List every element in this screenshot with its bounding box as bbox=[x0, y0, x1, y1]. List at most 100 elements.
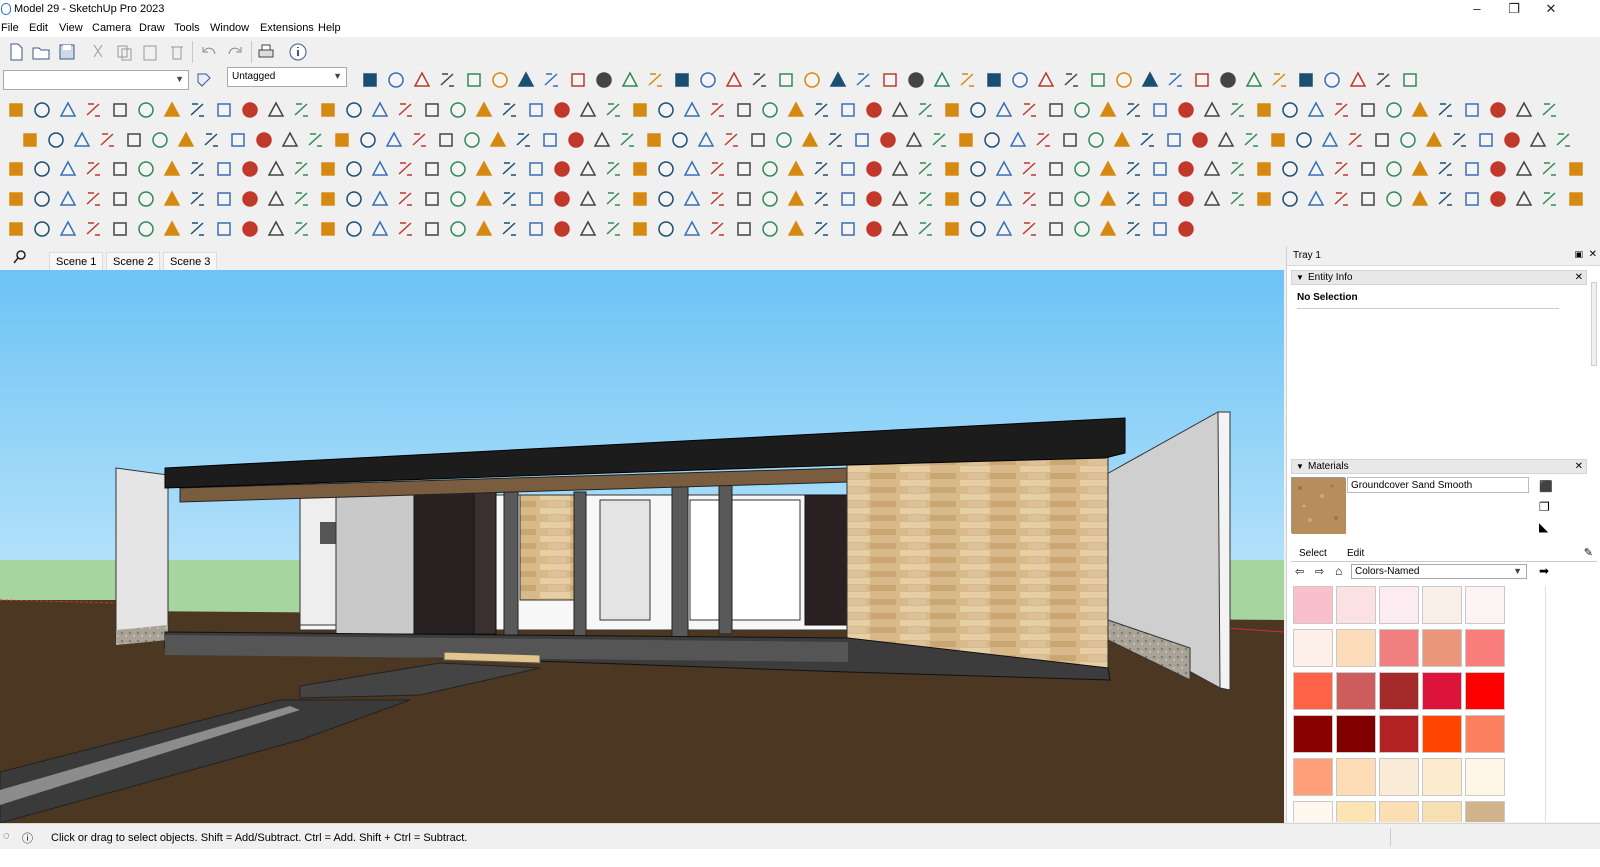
material-swatch[interactable] bbox=[1422, 629, 1462, 667]
material-swatch[interactable] bbox=[1379, 758, 1419, 796]
window-icon[interactable] bbox=[1398, 130, 1418, 150]
door-icon[interactable] bbox=[1372, 130, 1392, 150]
sun-icon[interactable] bbox=[386, 70, 406, 90]
shaded-icon[interactable] bbox=[110, 159, 130, 179]
extrude-icon[interactable] bbox=[1124, 219, 1144, 239]
text-icon[interactable] bbox=[670, 130, 690, 150]
textured-icon[interactable] bbox=[568, 70, 588, 90]
extrude-icon[interactable] bbox=[1216, 130, 1236, 150]
orbit-icon[interactable] bbox=[748, 130, 768, 150]
hidden-line-icon[interactable] bbox=[136, 100, 156, 120]
profile-icon[interactable] bbox=[1150, 219, 1170, 239]
roof-icon[interactable] bbox=[1254, 159, 1274, 179]
library-dropdown[interactable]: Colors-Named ▼ bbox=[1351, 564, 1527, 579]
shadow-icon[interactable] bbox=[20, 130, 40, 150]
rectangle-icon[interactable] bbox=[292, 189, 312, 209]
follow-me-icon[interactable] bbox=[474, 219, 494, 239]
copy-icon[interactable] bbox=[114, 42, 134, 62]
position-camera-icon[interactable] bbox=[878, 130, 898, 150]
hidden-line-icon[interactable] bbox=[84, 159, 104, 179]
x-ray-icon[interactable] bbox=[32, 189, 52, 209]
pan-icon[interactable] bbox=[774, 130, 794, 150]
details-arrow-icon[interactable]: ➡ bbox=[1539, 564, 1549, 578]
component-icon[interactable] bbox=[1046, 159, 1066, 179]
wall-icon[interactable] bbox=[1306, 159, 1326, 179]
zoom-icon[interactable] bbox=[800, 130, 820, 150]
select-icon[interactable] bbox=[136, 219, 156, 239]
print-icon[interactable] bbox=[256, 42, 276, 62]
follow-me-icon[interactable] bbox=[578, 100, 598, 120]
solid-split-icon[interactable] bbox=[942, 189, 962, 209]
solid-trim-icon[interactable] bbox=[1374, 70, 1394, 90]
look-around-icon[interactable] bbox=[786, 189, 806, 209]
solid-split-icon[interactable] bbox=[1008, 130, 1028, 150]
sun-icon[interactable] bbox=[1554, 130, 1574, 150]
monochrome-icon[interactable] bbox=[136, 189, 156, 209]
circle-icon[interactable] bbox=[344, 159, 364, 179]
sandbox-icon[interactable] bbox=[838, 189, 858, 209]
hidden-line-icon[interactable] bbox=[58, 189, 78, 209]
door-icon[interactable] bbox=[1332, 159, 1352, 179]
dimension-icon[interactable] bbox=[656, 100, 676, 120]
circle-icon[interactable] bbox=[396, 100, 416, 120]
render-icon[interactable] bbox=[1462, 159, 1482, 179]
shaded-icon[interactable] bbox=[542, 70, 562, 90]
x-ray-icon[interactable] bbox=[490, 70, 510, 90]
outer-shell-icon[interactable] bbox=[1034, 130, 1054, 150]
material-name-field[interactable]: Groundcover Sand Smooth bbox=[1347, 477, 1529, 493]
style-icon[interactable] bbox=[72, 130, 92, 150]
wall-icon[interactable] bbox=[1280, 189, 1300, 209]
text-icon[interactable] bbox=[682, 100, 702, 120]
material-swatch[interactable] bbox=[1465, 801, 1505, 822]
material-swatch[interactable] bbox=[1422, 586, 1462, 624]
tape-measure-icon[interactable] bbox=[552, 159, 572, 179]
material-swatch[interactable] bbox=[1379, 715, 1419, 753]
scale-icon[interactable] bbox=[448, 189, 468, 209]
style-icon[interactable] bbox=[1566, 189, 1586, 209]
orbit-icon[interactable] bbox=[1140, 70, 1160, 90]
material-swatch[interactable] bbox=[1422, 715, 1462, 753]
roof-icon[interactable] bbox=[1228, 189, 1248, 209]
polygon-icon[interactable] bbox=[370, 159, 390, 179]
monochrome-icon[interactable] bbox=[110, 219, 130, 239]
profile-icon[interactable] bbox=[1254, 100, 1274, 120]
arc-icon[interactable] bbox=[344, 100, 364, 120]
pan-icon[interactable] bbox=[1166, 70, 1186, 90]
save-icon[interactable] bbox=[57, 42, 77, 62]
x-ray-icon[interactable] bbox=[58, 159, 78, 179]
menu-view[interactable]: View bbox=[59, 22, 83, 34]
material-swatch[interactable] bbox=[1293, 715, 1333, 753]
move-icon[interactable] bbox=[396, 189, 416, 209]
polygon-icon[interactable] bbox=[802, 70, 822, 90]
eraser-icon[interactable] bbox=[214, 189, 234, 209]
move-icon[interactable] bbox=[370, 219, 390, 239]
select-icon[interactable] bbox=[240, 100, 260, 120]
eraser-icon[interactable] bbox=[280, 130, 300, 150]
offset-icon[interactable] bbox=[932, 70, 952, 90]
solid-subtract-icon[interactable] bbox=[956, 130, 976, 150]
scale-icon[interactable] bbox=[514, 130, 534, 150]
group-icon[interactable] bbox=[1046, 189, 1066, 209]
push-pull-icon[interactable] bbox=[396, 159, 416, 179]
solid-trim-icon[interactable] bbox=[994, 100, 1014, 120]
new-file-icon[interactable] bbox=[6, 42, 26, 62]
orbit-icon[interactable] bbox=[682, 189, 702, 209]
group-icon[interactable] bbox=[1072, 159, 1092, 179]
scene-tab-2[interactable]: Scene 2 bbox=[106, 252, 161, 270]
axes-icon[interactable] bbox=[630, 189, 650, 209]
sample-paint-icon[interactable]: ◣ bbox=[1539, 520, 1548, 534]
section-icon[interactable] bbox=[682, 159, 702, 179]
axes-icon[interactable] bbox=[1088, 70, 1108, 90]
shadow-icon[interactable] bbox=[1540, 159, 1560, 179]
text-icon[interactable] bbox=[1062, 70, 1082, 90]
monochrome-icon[interactable] bbox=[214, 100, 234, 120]
protractor-icon[interactable] bbox=[526, 219, 546, 239]
select-icon[interactable] bbox=[228, 130, 248, 150]
look-around-icon[interactable] bbox=[760, 219, 780, 239]
soften-icon[interactable] bbox=[1098, 159, 1118, 179]
material-swatch[interactable] bbox=[1379, 586, 1419, 624]
rectangle-icon[interactable] bbox=[750, 70, 770, 90]
paint-bucket-icon[interactable] bbox=[188, 189, 208, 209]
intersect-icon[interactable] bbox=[1060, 130, 1080, 150]
material-swatch[interactable] bbox=[1465, 586, 1505, 624]
